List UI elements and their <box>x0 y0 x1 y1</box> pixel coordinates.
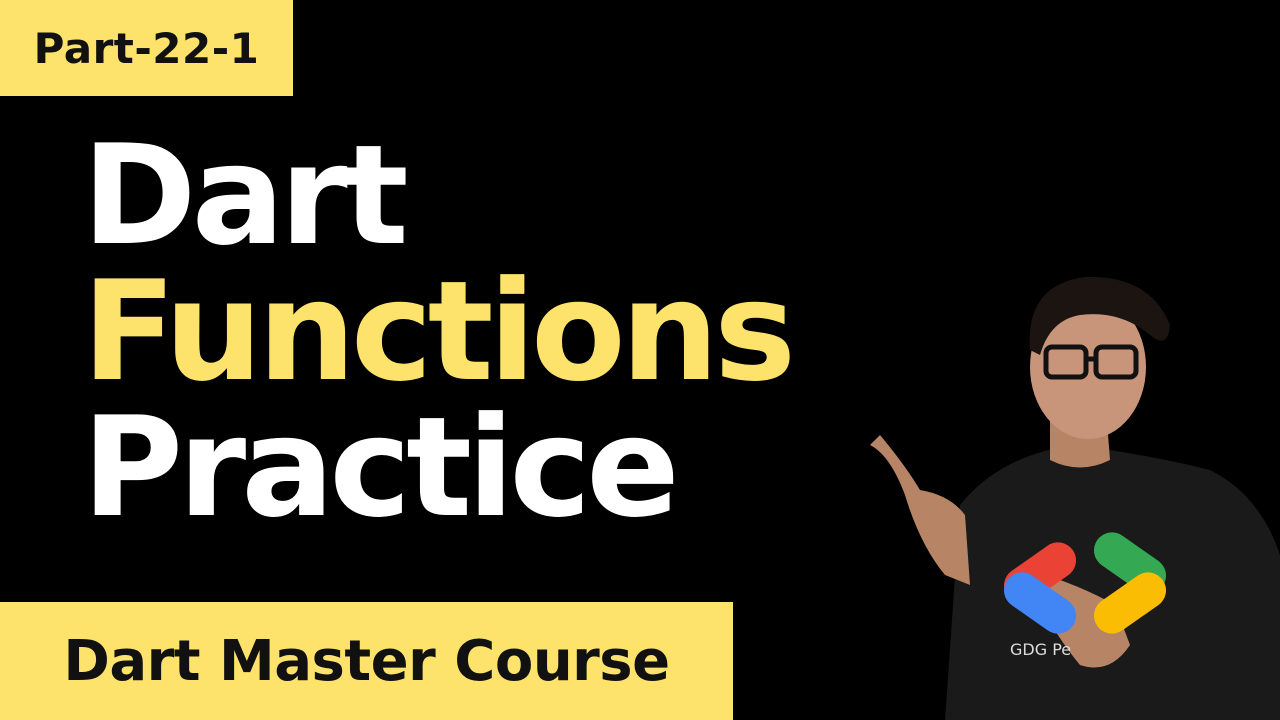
part-badge: Part-22-1 <box>0 0 293 96</box>
presenter-photo: GDG Pe <box>850 255 1280 720</box>
course-banner: Dart Master Course <box>0 602 733 720</box>
title-line-functions: Functions <box>82 251 796 412</box>
title-line-dart: Dart <box>82 115 409 276</box>
course-banner-label: Dart Master Course <box>63 628 670 694</box>
presenter-shirt <box>945 445 1280 720</box>
title-line-practice: Practice <box>82 387 680 548</box>
title-block: Dart Functions Practice <box>82 115 796 548</box>
presenter-left-arm <box>870 435 970 585</box>
thumbnail-canvas: Part-22-1 Dart Functions Practice Dart M… <box>0 0 1280 720</box>
presenter-illustration: GDG Pe <box>870 276 1280 720</box>
shirt-text: GDG Pe <box>1010 640 1071 659</box>
part-badge-label: Part-22-1 <box>33 23 260 73</box>
